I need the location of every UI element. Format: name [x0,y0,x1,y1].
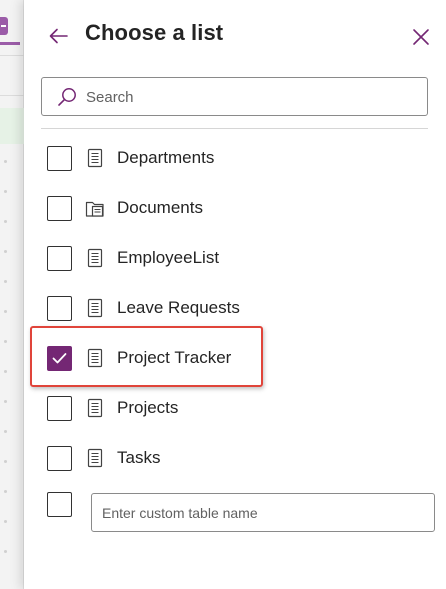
background-dot [4,370,7,373]
background-dot [4,400,7,403]
list-icon [84,447,106,469]
background-divider [0,95,24,96]
list-item-label: Documents [117,198,203,217]
background-dot [4,460,7,463]
background-dot [4,160,7,163]
background-dot [4,190,7,193]
list-item-label: Projects [117,398,179,417]
search-icon [56,86,78,108]
list-item-documents[interactable]: Documents [47,196,427,224]
list-icon [84,247,106,269]
list-item-departments[interactable]: Departments [47,146,427,174]
choose-list-panel: Choose a list Departments Documents [24,0,446,589]
list-item-employeelist[interactable]: EmployeeList [47,246,427,274]
custom-table-name-input[interactable] [91,493,435,532]
list-item-label: Tasks [117,448,161,467]
list-icon [84,147,106,169]
checkbox[interactable] [47,146,72,171]
close-icon[interactable] [410,26,432,48]
background-dot [4,550,7,553]
background-dot [4,250,7,253]
checkbox[interactable] [47,246,72,271]
list-icon [84,397,106,419]
list-item-label: Project Tracker [117,348,232,367]
checkbox[interactable] [47,296,72,321]
list-item-leave-requests[interactable]: Leave Requests [47,296,427,324]
list-icon [84,297,106,319]
background-dot [4,220,7,223]
divider [41,128,428,129]
background-tab-underline [0,42,20,45]
list-item-label: Departments [117,148,215,167]
background-tab-icon [0,17,8,35]
panel-title: Choose a list [85,20,224,45]
background-dot [4,280,7,283]
list-item-project-tracker[interactable]: Project Tracker [47,346,427,374]
checkmark-icon [52,353,67,364]
background-dot [4,520,7,523]
custom-table-row[interactable] [47,492,77,520]
checkbox[interactable] [47,196,72,221]
document-library-icon [84,197,106,219]
list-item-label: EmployeeList [117,248,220,267]
list-item-projects[interactable]: Projects [47,396,427,424]
checkbox[interactable] [47,446,72,471]
background-dot [4,490,7,493]
background-dot [4,430,7,433]
checkbox-checked[interactable] [47,346,72,371]
background-divider [0,55,24,56]
custom-table-checkbox[interactable] [47,492,72,517]
background-dot [4,340,7,343]
search-input[interactable] [86,86,416,108]
background-dot [4,310,7,313]
list-item-label: Leave Requests [117,298,240,317]
back-arrow-icon[interactable] [46,23,72,49]
search-box[interactable] [41,77,428,116]
list-icon [84,347,106,369]
background-selected-row [0,108,24,144]
background-app [0,0,24,589]
list-item-tasks[interactable]: Tasks [47,446,427,474]
checkbox[interactable] [47,396,72,421]
